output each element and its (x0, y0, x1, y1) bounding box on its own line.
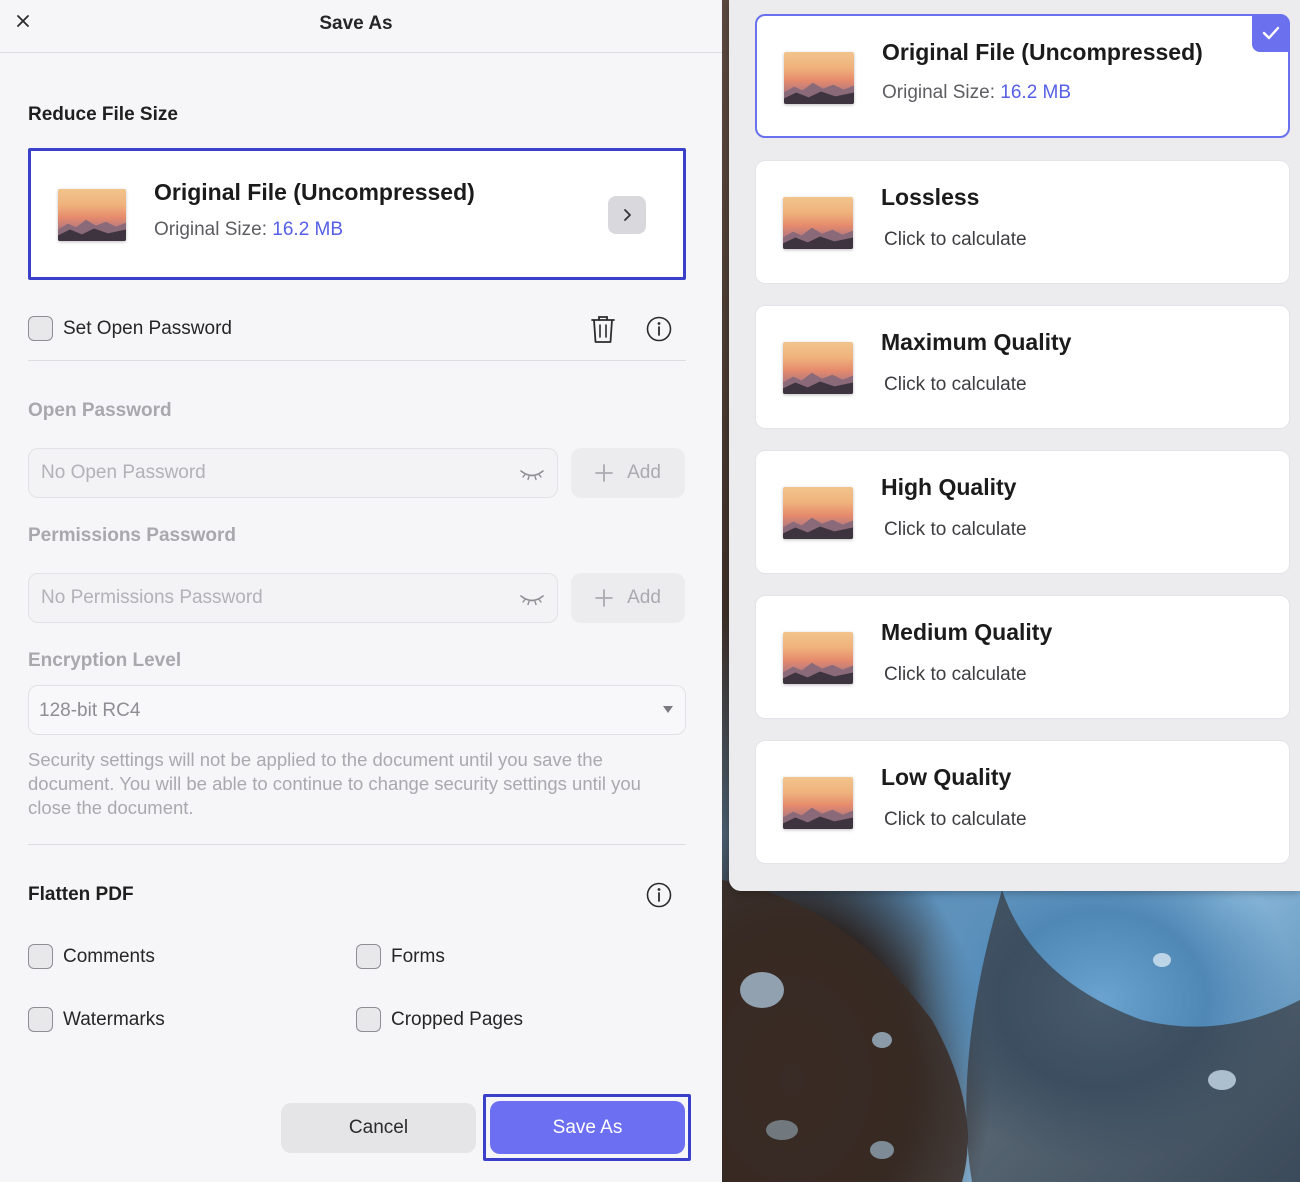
flatten-forms-checkbox[interactable] (356, 944, 381, 969)
file-thumbnail (783, 777, 853, 829)
option-title: Low Quality (881, 764, 1012, 790)
title-bar: Save As (0, 0, 722, 53)
option-calc: Click to calculate (884, 229, 1027, 250)
file-thumbnail (783, 342, 853, 394)
file-thumbnail (58, 189, 126, 241)
save-as-button[interactable]: Save As (490, 1101, 685, 1154)
file-thumbnail (783, 632, 853, 684)
permissions-password-heading: Permissions Password (28, 525, 237, 546)
set-open-password-checkbox[interactable] (28, 316, 53, 341)
option-title: Maximum Quality (881, 329, 1072, 355)
size-value: 16.2 MB (272, 219, 344, 240)
permissions-password-field[interactable] (28, 573, 558, 623)
encryption-level-select[interactable]: 128-bit RC4 (28, 685, 686, 735)
option-calc: Click to calculate (884, 519, 1027, 540)
file-thumbnail (784, 52, 854, 104)
size-value: 16.2 MB (1000, 82, 1072, 103)
option-calc: Click to calculate (884, 664, 1027, 685)
encryption-level-value: 128-bit RC4 (39, 700, 141, 721)
flatten-forms-label: Forms (391, 946, 445, 967)
add-label: Add (627, 587, 661, 608)
info-icon[interactable] (645, 315, 673, 343)
option-calc: Click to calculate (884, 809, 1027, 830)
flatten-comments-checkbox[interactable] (28, 944, 53, 969)
flatten-pdf-heading: Flatten PDF (28, 884, 134, 905)
plus-icon (595, 464, 613, 482)
open-password-heading: Open Password (28, 400, 172, 421)
option-title: High Quality (881, 474, 1017, 500)
plus-icon (595, 589, 613, 607)
save-as-dialog: Save As Reduce File Size Original File (… (0, 0, 722, 1182)
option-title: Medium Quality (881, 619, 1053, 645)
flatten-watermarks-label: Watermarks (63, 1009, 165, 1030)
add-open-password-button[interactable]: Add (571, 448, 685, 498)
option-title: Lossless (881, 184, 980, 210)
trash-icon[interactable] (587, 312, 619, 346)
dialog-title: Save As (319, 13, 393, 34)
option-calc: Click to calculate (884, 374, 1027, 395)
divider (28, 844, 686, 845)
divider (28, 360, 686, 361)
option-low-quality[interactable]: Low Quality Click to calculate (755, 740, 1290, 864)
set-open-password-label: Set Open Password (63, 318, 232, 339)
file-thumbnail (783, 487, 853, 539)
add-label: Add (627, 462, 661, 483)
option-original[interactable]: Original File (Uncompressed) Original Si… (755, 14, 1290, 138)
option-high-quality[interactable]: High Quality Click to calculate (755, 450, 1290, 574)
chevron-right-icon[interactable] (608, 196, 646, 234)
card-title: Original File (Uncompressed) (154, 179, 475, 205)
eye-closed-icon[interactable] (519, 463, 545, 483)
card-size: Original Size: 16.2 MB (154, 219, 343, 241)
security-note: Security settings will not be applied to… (28, 749, 641, 818)
flatten-comments-label: Comments (63, 946, 155, 967)
permissions-password-input[interactable] (41, 574, 511, 622)
add-permissions-password-button[interactable]: Add (571, 573, 685, 623)
option-medium-quality[interactable]: Medium Quality Click to calculate (755, 595, 1290, 719)
flatten-cropped-pages-checkbox[interactable] (356, 1007, 381, 1032)
dropdown-arrow-icon (663, 706, 673, 713)
flatten-watermarks-checkbox[interactable] (28, 1007, 53, 1032)
option-size: Original Size: 16.2 MB (882, 82, 1071, 104)
option-title: Original File (Uncompressed) (882, 39, 1203, 65)
size-label: Original Size: (154, 219, 267, 240)
encryption-level-heading: Encryption Level (28, 650, 182, 671)
size-label: Original Size: (882, 82, 995, 103)
open-password-input[interactable] (41, 449, 511, 497)
reduce-file-size-heading: Reduce File Size (28, 104, 178, 125)
checkmark-icon (1252, 14, 1290, 52)
option-maximum-quality[interactable]: Maximum Quality Click to calculate (755, 305, 1290, 429)
option-lossless[interactable]: Lossless Click to calculate (755, 160, 1290, 284)
cancel-button[interactable]: Cancel (281, 1103, 476, 1153)
eye-closed-icon[interactable] (519, 588, 545, 608)
open-password-field[interactable] (28, 448, 558, 498)
file-thumbnail (783, 197, 853, 249)
compression-selector-card[interactable]: Original File (Uncompressed) Original Si… (28, 148, 686, 280)
flatten-cropped-pages-label: Cropped Pages (391, 1009, 524, 1030)
info-icon[interactable] (645, 881, 673, 909)
